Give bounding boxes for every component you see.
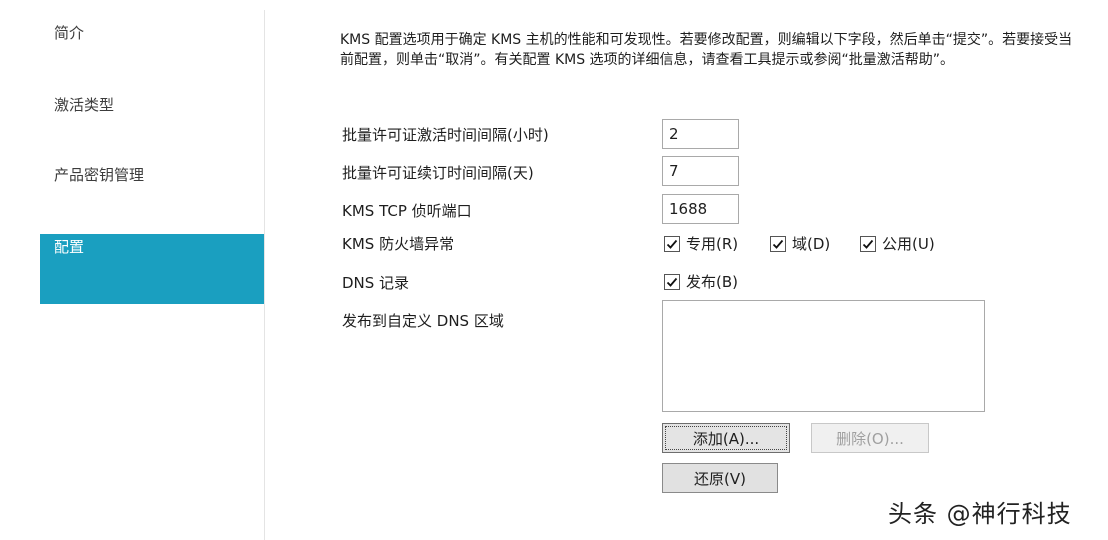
sidebar: 简介 激活类型 产品密钥管理 配置	[0, 0, 264, 540]
restore-button[interactable]: 还原(V)	[662, 463, 778, 493]
sidebar-item-label: 产品密钥管理	[54, 166, 145, 184]
sidebar-item-configuration[interactable]: 配置	[40, 234, 264, 304]
firewall-exception-label: KMS 防火墙异常	[342, 235, 455, 253]
dns-publish-checkbox[interactable]: 发布(B)	[664, 271, 738, 292]
checkmark-icon	[770, 235, 786, 252]
watermark: 头条 @神行科技	[888, 500, 1072, 528]
renewal-interval-label: 批量许可证续订时间间隔(天)	[342, 164, 534, 182]
custom-dns-zone-list[interactable]	[662, 300, 985, 412]
delete-button[interactable]: 删除(O)...	[811, 423, 929, 453]
add-button[interactable]: 添加(A)...	[662, 423, 790, 453]
sidebar-item-activation-type[interactable]: 激活类型	[40, 70, 264, 140]
dns-record-label: DNS 记录	[342, 274, 410, 292]
sidebar-item-introduction[interactable]: 简介	[40, 0, 264, 70]
firewall-public-label: 公用(U)	[882, 235, 935, 253]
firewall-public-checkbox[interactable]: 公用(U)	[860, 233, 935, 254]
firewall-domain-label: 域(D)	[792, 235, 831, 253]
checkmark-icon	[664, 273, 680, 290]
checkmark-icon	[860, 235, 876, 252]
sidebar-item-product-key-management[interactable]: 产品密钥管理	[40, 140, 264, 210]
tcp-port-input[interactable]	[662, 194, 739, 224]
firewall-domain-checkbox[interactable]: 域(D)	[770, 233, 830, 254]
custom-dns-zone-label: 发布到自定义 DNS 区域	[342, 312, 504, 330]
sidebar-item-label: 配置	[54, 238, 85, 256]
firewall-private-checkbox[interactable]: 专用(R)	[664, 233, 738, 254]
checkmark-icon	[664, 235, 680, 252]
activation-interval-input[interactable]	[662, 119, 739, 149]
activation-interval-label: 批量许可证激活时间间隔(小时)	[342, 126, 549, 144]
firewall-private-label: 专用(R)	[686, 235, 739, 253]
sidebar-divider	[264, 10, 265, 540]
dns-publish-label: 发布(B)	[686, 273, 738, 291]
sidebar-item-label: 简介	[54, 24, 85, 42]
renewal-interval-input[interactable]	[662, 156, 739, 186]
tcp-port-label: KMS TCP 侦听端口	[342, 202, 472, 220]
configuration-description: KMS 配置选项用于确定 KMS 主机的性能和可发现性。若要修改配置，则编辑以下…	[340, 32, 1073, 68]
sidebar-item-label: 激活类型	[54, 96, 115, 114]
